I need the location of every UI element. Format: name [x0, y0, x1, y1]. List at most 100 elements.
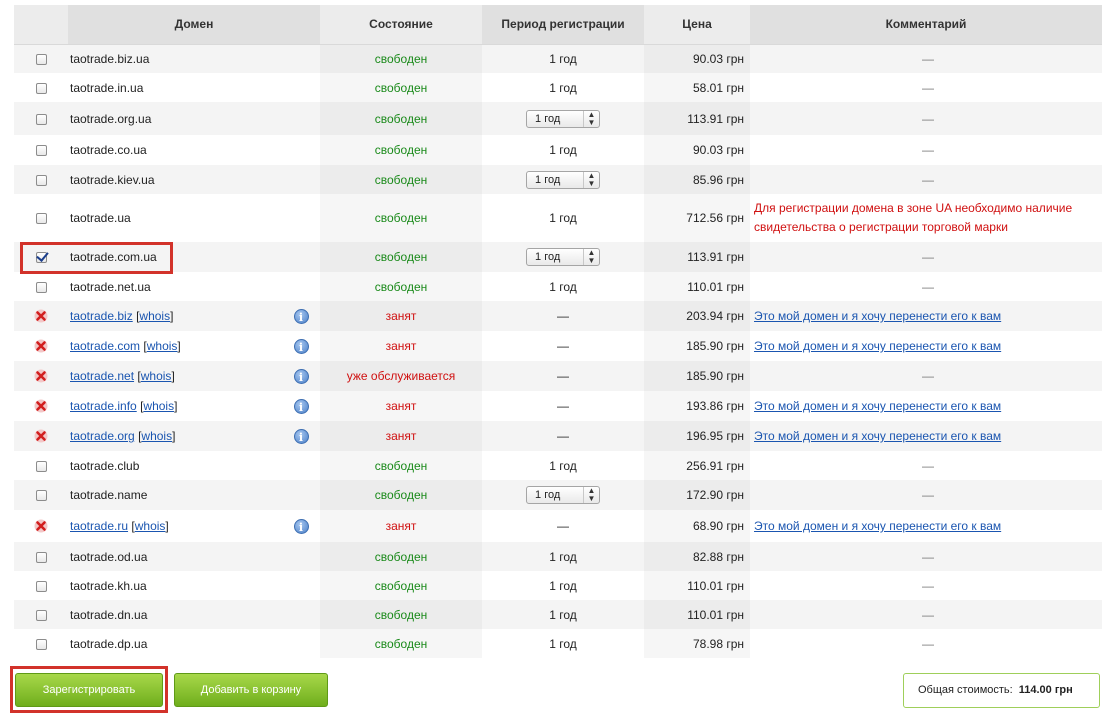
register-button[interactable]: Зарегистрировать	[15, 673, 163, 707]
price-cell: 85.96 грн	[644, 165, 751, 194]
period-text: 1 год	[549, 143, 577, 157]
comment-cell: —	[750, 600, 1103, 629]
domain-checkbox[interactable]	[35, 609, 47, 621]
period-select[interactable]: 1 год ▲ ▼	[526, 170, 601, 189]
domain-cell: taotrade.com [whois]	[68, 331, 282, 361]
period-select[interactable]: 1 год ▲ ▼	[526, 109, 601, 128]
price-cell: 185.90 грн	[644, 361, 751, 391]
transfer-domain-link[interactable]: Это мой домен и я хочу перенести его к в…	[754, 399, 1001, 413]
domain-checkbox[interactable]	[35, 638, 47, 650]
period-text: —	[557, 399, 570, 413]
period-text: 1 год	[549, 211, 577, 225]
period-select[interactable]: 1 год ▲ ▼	[526, 486, 601, 504]
period-cell: 1 год	[482, 73, 645, 102]
price-text: 110.01 грн	[687, 578, 745, 593]
comment-dash: —	[922, 80, 935, 95]
price-text: 110.01 грн	[687, 607, 745, 622]
whois-link[interactable]: whois	[147, 339, 178, 353]
period-select-value: 1 год	[535, 173, 561, 186]
domain-link[interactable]: taotrade.info	[70, 399, 137, 413]
domain-checkbox[interactable]	[35, 490, 47, 502]
header-check	[14, 5, 68, 45]
domain-name: taotrade.dn.ua	[70, 607, 148, 622]
period-text: 1 год	[549, 549, 577, 564]
price-cell: 203.94 грн	[644, 301, 751, 331]
domain-checkbox[interactable]	[35, 551, 47, 563]
domain-checkbox[interactable]	[35, 460, 47, 472]
info-cell	[282, 629, 321, 658]
whois-link[interactable]: whois	[141, 369, 172, 383]
domain-cell: taotrade.kiev.ua	[68, 165, 282, 194]
domain-checkbox[interactable]	[35, 145, 47, 157]
domain-checkbox[interactable]	[35, 113, 47, 125]
comment-cell: Для регистрации домена в зоне UA необход…	[750, 194, 1103, 242]
status-text: уже обслуживается	[346, 369, 456, 383]
domain-name: taotrade.biz.ua	[70, 51, 150, 66]
info-icon[interactable]: i	[293, 368, 309, 384]
domain-checkbox[interactable]	[35, 580, 47, 592]
ua-warning-text: Для регистрации домена в зоне UA необход…	[754, 201, 1073, 234]
domain-name: taotrade.dp.ua	[70, 636, 148, 651]
table-row: taotrade.co.ua свободен 1 год 90.03 грн —	[14, 135, 1103, 165]
domain-cell: taotrade.kh.ua	[68, 571, 282, 600]
comment-dash: —	[922, 111, 935, 126]
whois-link[interactable]: whois	[139, 309, 170, 323]
price-cell: 193.86 грн	[644, 391, 751, 421]
domain-checkbox[interactable]	[35, 54, 47, 66]
info-cell	[282, 242, 321, 272]
whois-link[interactable]: whois	[141, 429, 172, 443]
price-cell: 185.90 грн	[644, 331, 751, 361]
domain-checkbox[interactable]	[35, 174, 47, 186]
status-cell: свободен	[320, 165, 483, 194]
period-select-value: 1 год	[535, 112, 561, 125]
domain-cell: taotrade.com.ua	[68, 242, 282, 272]
whois-link[interactable]: whois	[135, 519, 166, 533]
domain-name: taotrade.co.ua	[70, 143, 147, 157]
transfer-domain-link[interactable]: Это мой домен и я хочу перенести его к в…	[754, 309, 1001, 323]
status-text: свободен	[374, 51, 428, 66]
domain-link[interactable]: taotrade.ru	[70, 519, 128, 533]
price-text: 90.03 грн	[692, 143, 745, 157]
period-cell: 1 год ▲ ▼	[482, 242, 645, 272]
table-row: taotrade.com.ua свободен 1 год ▲ ▼ 113.91 грн…	[14, 242, 1103, 272]
period-select[interactable]: 1 год ▲ ▼	[526, 248, 601, 266]
domain-link[interactable]: taotrade.net	[70, 369, 134, 383]
whois-link[interactable]: whois	[143, 399, 174, 413]
info-icon[interactable]: i	[293, 518, 309, 534]
comment-cell: Это мой домен и я хочу перенести его к в…	[750, 421, 1103, 451]
domain-cell: taotrade.net.ua	[68, 272, 282, 301]
info-icon[interactable]: i	[293, 428, 309, 444]
domain-checkbox[interactable]	[35, 213, 47, 225]
info-icon[interactable]: i	[293, 338, 309, 354]
period-cell: 1 год	[482, 272, 645, 301]
period-cell: 1 год	[482, 135, 645, 165]
table-row: taotrade.ua свободен 1 год 712.56 грн Для ре…	[14, 194, 1103, 242]
table-row: taotrade.od.ua свободен 1 год 82.88 грн —	[14, 542, 1103, 571]
add-to-cart-button[interactable]: Добавить в корзину	[174, 673, 328, 707]
comment-cell: —	[750, 135, 1103, 165]
price-cell: 90.03 грн	[644, 135, 751, 165]
transfer-domain-link[interactable]: Это мой домен и я хочу перенести его к в…	[754, 519, 1001, 533]
domain-link[interactable]: taotrade.biz	[70, 309, 133, 323]
domain-checkbox[interactable]	[35, 252, 47, 264]
period-cell: 1 год	[482, 571, 645, 600]
status-cell: свободен	[320, 73, 483, 102]
whois-bracket: [whois]	[137, 369, 175, 383]
row-select-cell	[14, 301, 68, 331]
row-select-cell	[14, 510, 68, 542]
transfer-domain-link[interactable]: Это мой домен и я хочу перенести его к в…	[754, 429, 1001, 443]
domain-checkbox[interactable]	[35, 82, 47, 94]
domain-link[interactable]: taotrade.org	[70, 429, 135, 443]
period-cell: 1 год	[482, 629, 645, 658]
transfer-domain-link[interactable]: Это мой домен и я хочу перенести его к в…	[754, 339, 1001, 353]
info-icon[interactable]: i	[293, 308, 309, 324]
domain-link[interactable]: taotrade.com	[70, 339, 140, 353]
row-select-cell	[14, 629, 68, 658]
comment-dash: —	[922, 578, 935, 593]
status-cell: свободен	[320, 571, 483, 600]
period-cell: —	[482, 510, 645, 542]
updown-arrows-icon: ▲ ▼	[583, 249, 599, 265]
header-domain: Домен	[68, 5, 321, 45]
info-icon[interactable]: i	[293, 398, 309, 414]
domain-checkbox[interactable]	[35, 281, 47, 293]
